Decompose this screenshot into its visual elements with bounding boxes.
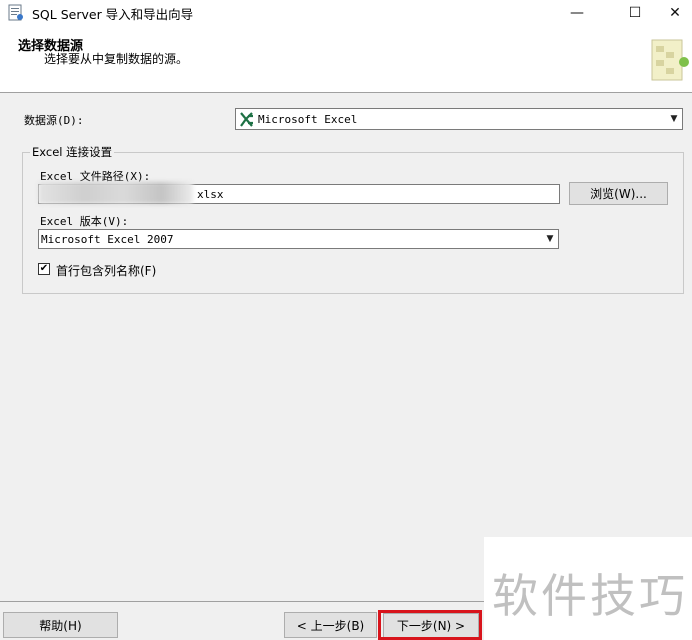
excel-settings-legend: Excel 连接设置 [30,144,115,160]
datasource-select[interactable]: Microsoft Excel ▼ [235,108,683,130]
close-button[interactable]: ✕ [652,0,692,26]
datasource-label: 数据源(D): [24,114,84,127]
help-button[interactable]: 帮助(H) [3,612,118,638]
browse-button[interactable]: 浏览(W)... [569,182,668,205]
wizard-graphic-icon [651,39,689,81]
chevron-down-icon[interactable]: ▼ [666,109,682,129]
first-row-header-checkbox[interactable]: ✔ [38,263,50,275]
excel-version-label: Excel 版本(V): [40,215,129,228]
excel-version-select[interactable]: Microsoft Excel 2007 ▼ [38,229,559,249]
checkmark-icon: ✔ [39,263,49,274]
maximize-icon: ☐ [628,5,642,21]
minimize-icon: — [570,5,584,21]
wizard-header: 选择数据源 选择要从中复制数据的源。 [0,26,692,93]
redacted-path [38,182,193,204]
wizard-app-icon [8,4,23,21]
minimize-button[interactable]: — [554,0,600,26]
first-row-header-label: 首行包含列名称(F) [56,264,157,278]
datasource-value: Microsoft Excel [258,113,358,126]
window-title: SQL Server 导入和导出向导 [32,7,194,22]
title-bar: SQL Server 导入和导出向导 — ☐ ✕ [0,0,692,26]
chevron-down-icon[interactable]: ▼ [542,230,558,248]
back-button[interactable]: < 上一步(B) [284,612,377,638]
next-button-highlight [378,610,482,640]
page-subtitle: 选择要从中复制数据的源。 [44,52,189,66]
watermark-text: 软件技巧 [492,569,688,623]
close-icon: ✕ [669,5,681,21]
excel-path-value: xlsx [197,188,224,201]
excel-version-value: Microsoft Excel 2007 [41,233,174,246]
excel-icon [239,112,255,127]
